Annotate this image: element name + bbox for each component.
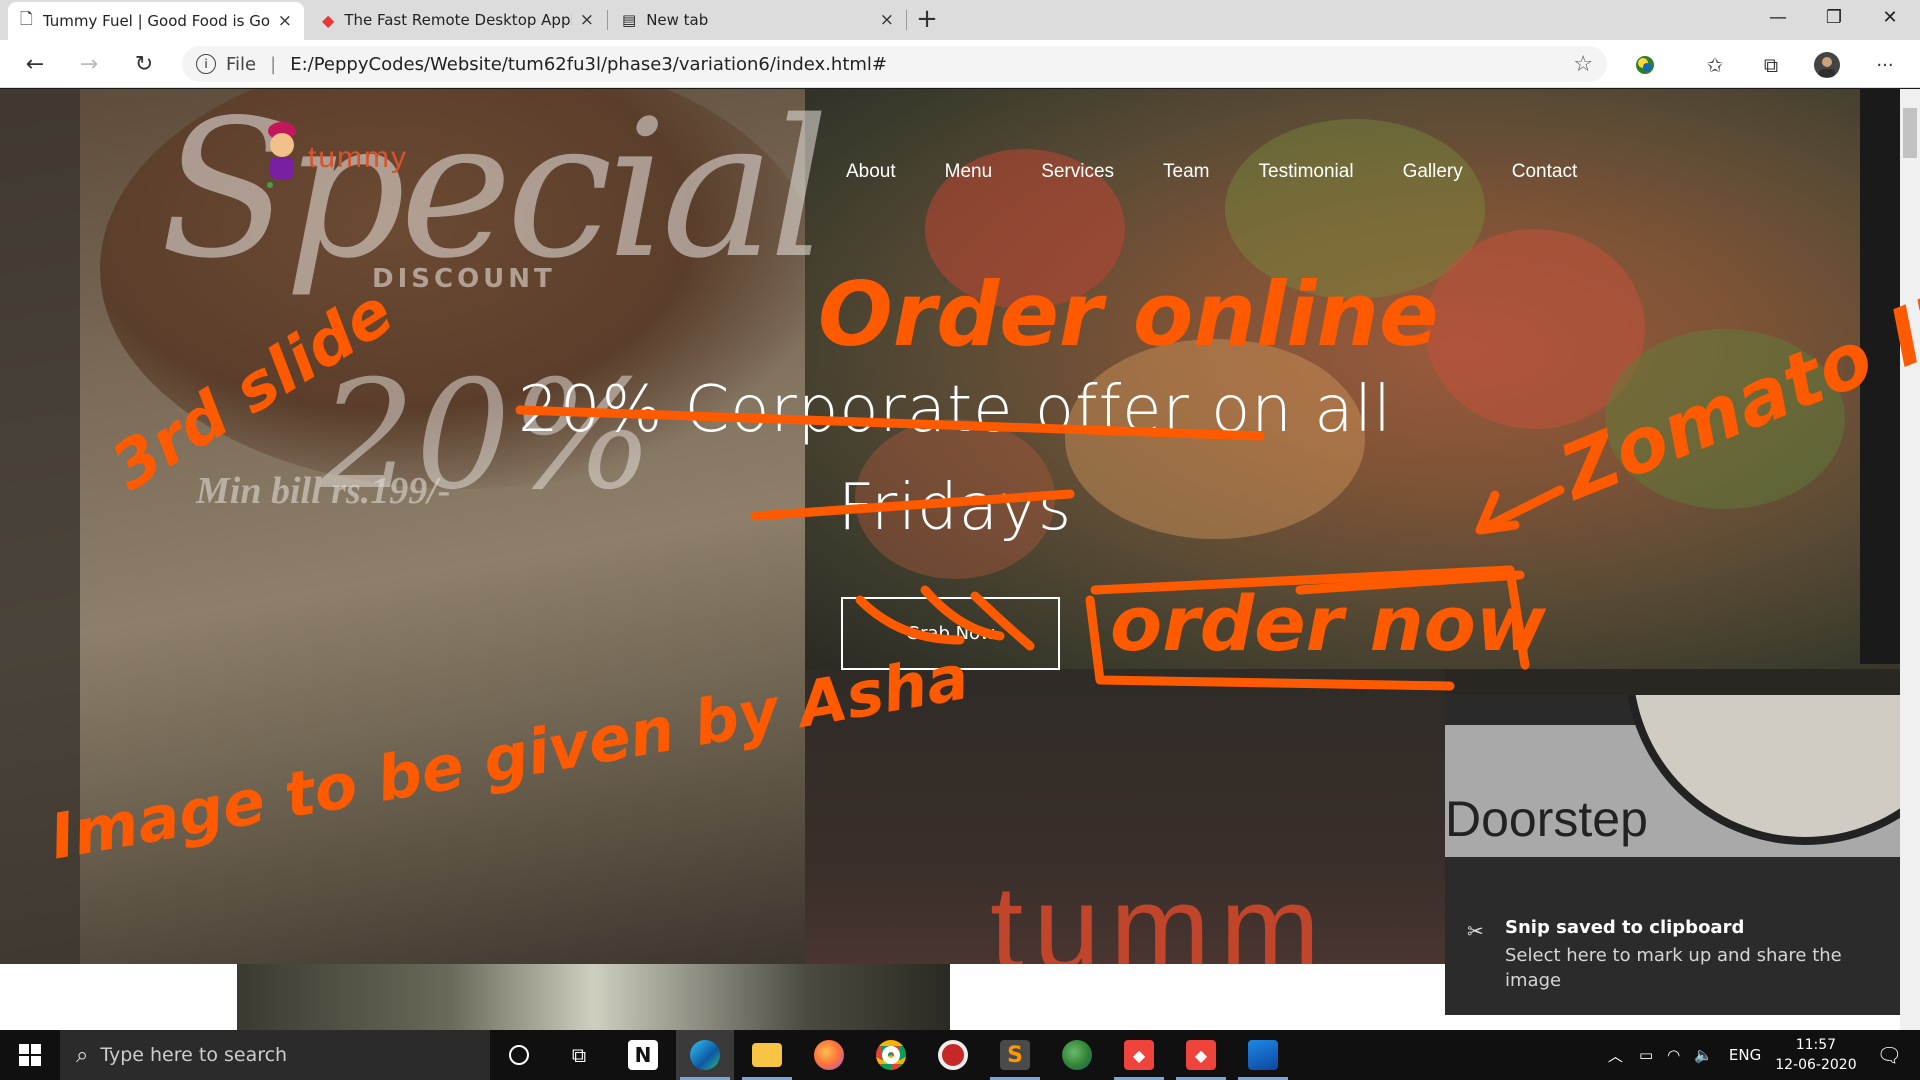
scrollbar[interactable] (1900, 89, 1920, 1030)
restaurant-interior-image (237, 964, 950, 1030)
photos-icon[interactable] (1234, 1030, 1292, 1080)
nav-about[interactable]: About (846, 161, 896, 183)
food-blob (1605, 329, 1845, 509)
sublime-text-icon[interactable]: S (986, 1030, 1044, 1080)
tab-tummy-fuel[interactable]: 🗋 Tummy Fuel | Good Food is Goo × (8, 2, 304, 40)
nav-contact[interactable]: Contact (1512, 161, 1577, 183)
close-tab-icon[interactable]: × (580, 10, 594, 30)
windows-logo-icon (19, 1044, 41, 1066)
min-bill-text: Min bill rs.199/- (196, 470, 451, 512)
tab-title: Tummy Fuel | Good Food is Goo (42, 12, 270, 30)
language-indicator[interactable]: ENG (1729, 1046, 1761, 1064)
snip-notification[interactable]: ✂ Snip saved to clipboard Select here to… (1445, 857, 1900, 1015)
battery-icon[interactable]: ▭ (1639, 1046, 1653, 1064)
anydesk-taskbar-icon[interactable]: ◆ (1110, 1030, 1168, 1080)
address-bar[interactable]: i File | E:/PeppyCodes/Website/tum62fu3l… (182, 46, 1607, 82)
tab-title: The Fast Remote Desktop Applic (344, 11, 572, 29)
preview-text: Doorstep (1445, 791, 1648, 847)
page-icon: 🗋 (20, 8, 33, 28)
hero-left-shade (0, 89, 80, 964)
hero-right-edge (1860, 89, 1900, 664)
logo-text: tummy (308, 141, 408, 174)
extension-icon[interactable] (1630, 50, 1660, 80)
collections-icon[interactable]: ⧉ (1756, 50, 1786, 80)
more-menu-icon[interactable]: ··· (1870, 50, 1900, 80)
notion-icon[interactable]: N (614, 1030, 672, 1080)
hero-title: 20% Corporate offer on all Fridays (518, 373, 1392, 545)
brand-bottom-text: tumm (990, 861, 1330, 964)
grab-now-button[interactable]: Grab Now (841, 597, 1060, 670)
forward-icon[interactable]: → (72, 48, 106, 80)
profile-avatar[interactable] (1812, 50, 1842, 80)
browser-toolbar: ← → ↻ i File | E:/PeppyCodes/Website/tum… (0, 40, 1920, 88)
close-tab-icon[interactable]: × (278, 11, 292, 31)
close-tab-icon[interactable]: × (880, 10, 894, 30)
new-tab-icon: ▤ (622, 11, 637, 29)
system-tray: ︿ ▭ ◠ 🔈 ENG 11:57 12-06-2020 🗨 (1608, 1030, 1920, 1080)
back-icon[interactable]: ← (18, 48, 52, 80)
info-icon[interactable]: i (196, 54, 216, 74)
snip-preview-image[interactable]: Doorstep (1445, 695, 1900, 857)
nav-testimonial[interactable]: Testimonial (1259, 161, 1354, 183)
volume-icon[interactable]: 🔈 (1694, 1046, 1713, 1064)
chef-mascot-icon (267, 122, 296, 188)
wifi-icon[interactable]: ◠ (1667, 1046, 1680, 1064)
search-icon: ⌕ (76, 1042, 89, 1068)
nav-menu[interactable]: Menu (945, 161, 993, 183)
clock[interactable]: 11:57 12-06-2020 (1775, 1035, 1856, 1075)
search-placeholder: Type here to search (100, 1044, 288, 1066)
clock-date: 12-06-2020 (1775, 1057, 1857, 1073)
preview-plate-shape (1625, 695, 1900, 845)
tab-separator (607, 10, 608, 30)
discount-text: DISCOUNT (372, 264, 556, 294)
tab-remote-desktop[interactable]: ◆ The Fast Remote Desktop Applic × (310, 0, 606, 40)
action-center-icon[interactable]: 🗨 (1877, 1043, 1902, 1067)
tab-new-tab[interactable]: ▤ New tab × (610, 0, 906, 40)
nav-team[interactable]: Team (1163, 161, 1209, 183)
firefox-icon[interactable] (800, 1030, 858, 1080)
anydesk-second-icon[interactable]: ◆ (1172, 1030, 1230, 1080)
start-button[interactable] (0, 1030, 60, 1080)
url-text[interactable]: E:/PeppyCodes/Website/tum62fu3l/phase3/v… (290, 54, 887, 75)
minimize-button[interactable]: — (1748, 0, 1808, 34)
maximize-button[interactable]: ❐ (1804, 0, 1864, 34)
refresh-icon[interactable]: ↻ (127, 48, 161, 80)
nav-gallery[interactable]: Gallery (1403, 161, 1463, 183)
snip-icon: ✂ (1467, 919, 1484, 943)
edge-browser-icon[interactable] (676, 1030, 734, 1080)
clock-time: 11:57 (1795, 1037, 1837, 1053)
chrome-icon[interactable] (862, 1030, 920, 1080)
browser-tab-bar: 🗋 Tummy Fuel | Good Food is Goo × ◆ The … (0, 0, 1920, 40)
main-nav: About Menu Services Team Testimonial Gal… (846, 161, 1626, 183)
scheme-label: File (226, 53, 257, 75)
tab-title: New tab (646, 11, 709, 29)
globe-app-icon[interactable] (1048, 1030, 1106, 1080)
site-logo[interactable]: tummy (258, 113, 458, 193)
screen-recorder-icon[interactable] (924, 1030, 982, 1080)
scrollbar-thumb[interactable] (1903, 108, 1917, 158)
new-tab-button[interactable]: + (912, 4, 942, 34)
notification-body: Select here to mark up and share the ima… (1505, 945, 1842, 991)
notification-title: Snip saved to clipboard (1505, 917, 1745, 938)
windows-taskbar: ⌕ Type here to search ⧉ N S ◆ ◆ ︿ ▭ ◠ 🔈 … (0, 1030, 1920, 1080)
tab-separator (906, 10, 907, 30)
close-window-button[interactable]: ✕ (1860, 0, 1920, 34)
nav-services[interactable]: Services (1041, 161, 1114, 183)
taskbar-search[interactable]: ⌕ Type here to search (60, 1030, 490, 1080)
cortana-icon[interactable] (490, 1030, 548, 1080)
address-separator: | (270, 53, 277, 75)
favorite-star-icon[interactable]: ☆ (1573, 52, 1593, 77)
anydesk-icon: ◆ (322, 10, 335, 30)
favorites-icon[interactable]: ✩ (1700, 50, 1730, 80)
file-explorer-icon[interactable] (738, 1030, 796, 1080)
show-hidden-icons-icon[interactable]: ︿ (1608, 1045, 1623, 1066)
task-view-icon[interactable]: ⧉ (550, 1030, 608, 1080)
